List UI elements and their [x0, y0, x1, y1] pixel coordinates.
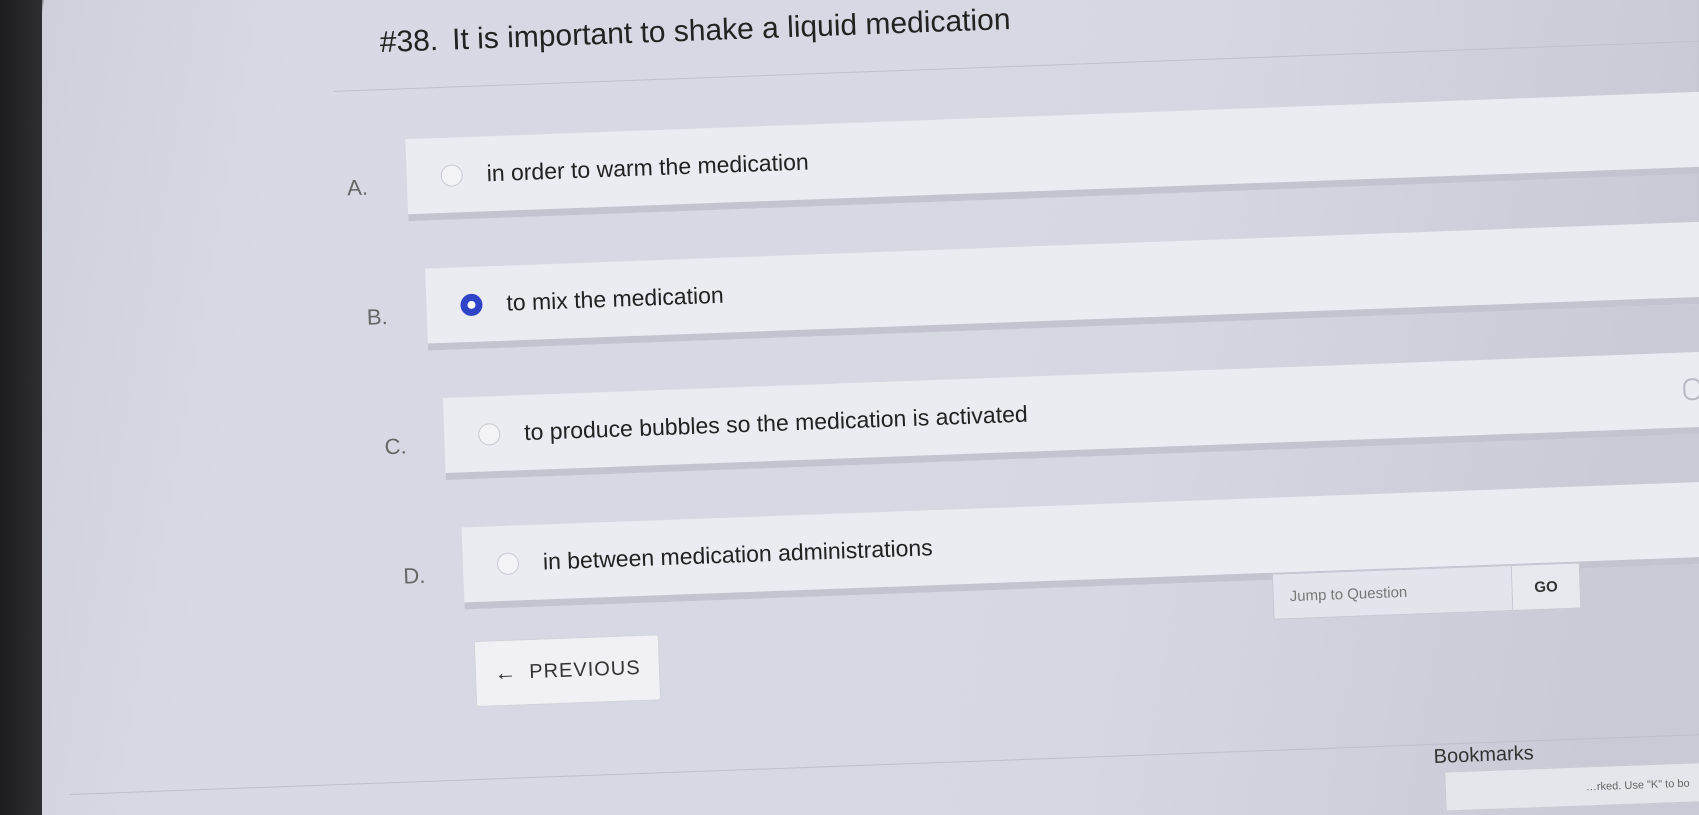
option-letter-a: A. — [346, 174, 369, 201]
option-a-text: in order to warm the medication — [486, 148, 810, 187]
scroll-handle-icon[interactable] — [1683, 377, 1699, 401]
question-title: #38. It is important to shake a liquid me… — [379, 3, 1011, 60]
go-button[interactable]: GO — [1511, 562, 1582, 611]
option-c[interactable]: to produce bubbles so the medication is … — [442, 348, 1699, 480]
option-b-text: to mix the medication — [505, 281, 725, 316]
question-number: #38. — [379, 23, 439, 60]
radio-c[interactable] — [477, 422, 501, 446]
option-d-text: in between medication administrations — [542, 534, 934, 575]
quiz-page: #38. It is important to shake a liquid me… — [0, 0, 1699, 814]
jump-to-question-input[interactable]: Jump to Question — [1271, 564, 1514, 620]
radio-a[interactable] — [440, 163, 464, 187]
previous-label: PREVIOUS — [528, 656, 641, 683]
radio-d[interactable] — [496, 551, 520, 575]
bookmarks-hint: …rked. Use "K" to bo — [1585, 777, 1690, 794]
question-text: It is important to shake a liquid medica… — [451, 2, 1012, 57]
arrow-left-icon: ← — [493, 659, 518, 686]
bookmarks-heading: Bookmarks — [1433, 742, 1535, 768]
option-letter-c: C. — [384, 433, 408, 460]
radio-b-selected[interactable] — [460, 293, 483, 316]
previous-button[interactable]: ← PREVIOUS — [473, 634, 662, 708]
bookmarks-panel: …rked. Use "K" to bo — [1444, 760, 1699, 812]
option-b[interactable]: to mix the medication — [425, 219, 1699, 351]
option-c-text: to produce bubbles so the medication is … — [523, 400, 1029, 446]
option-a[interactable]: in order to warm the medication — [405, 89, 1699, 222]
option-letter-d: D. — [402, 562, 426, 589]
option-letter-b: B. — [366, 304, 389, 330]
